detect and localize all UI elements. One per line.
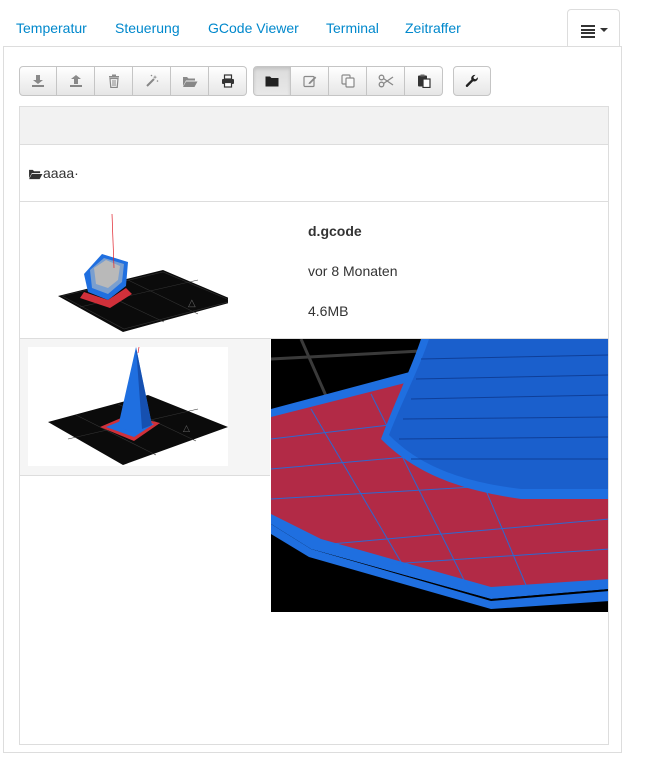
tab-gcode-viewer[interactable]: GCode Viewer [208, 19, 299, 37]
tab-bar: Temperatur Steuerung GCode Viewer Termin… [0, 0, 650, 47]
folder-actions-group [253, 66, 443, 96]
tab-terminal[interactable]: Terminal [326, 19, 379, 37]
wrench-icon [465, 74, 478, 87]
cut-button[interactable] [367, 66, 405, 96]
tab-temperatur[interactable]: Temperatur [16, 19, 87, 37]
list-icon [581, 25, 595, 39]
paste-button[interactable] [405, 66, 443, 96]
file-date: vor 8 Monaten [308, 263, 398, 279]
tab-steuerung[interactable]: Steuerung [115, 19, 180, 37]
svg-text:△: △ [188, 298, 196, 309]
file-name: d.gcode [308, 223, 362, 239]
download-button[interactable] [19, 66, 57, 96]
file-actions-group [19, 66, 247, 96]
rename-button[interactable] [291, 66, 329, 96]
magic-wand-icon [145, 74, 158, 87]
folder-open-icon [182, 76, 197, 87]
slice-button[interactable] [133, 66, 171, 96]
svg-text:△: △ [183, 424, 190, 434]
load-button[interactable] [171, 66, 209, 96]
upload-button[interactable] [57, 66, 95, 96]
upload-icon [69, 75, 82, 87]
print-button[interactable] [209, 66, 247, 96]
cone-thumbnail: △ [28, 347, 228, 466]
file-browser-header [20, 107, 608, 145]
preview-thumbnail-item[interactable]: △ [20, 339, 270, 476]
print-icon [221, 74, 234, 88]
tab-files-menu[interactable] [567, 9, 620, 47]
settings-button[interactable] [453, 66, 491, 96]
model-thumbnail: △ [58, 213, 228, 332]
cut-icon [378, 74, 393, 88]
file-browser: aaaa· △ d.gcode vor 8 Monaten 4.6MB △ [19, 106, 609, 745]
settings-group [453, 66, 491, 96]
folder-icon [265, 76, 279, 87]
edit-icon [302, 75, 316, 88]
copy-icon [340, 74, 355, 88]
folder-name: aaaa· [43, 165, 79, 181]
file-item[interactable]: △ d.gcode vor 8 Monaten 4.6MB [20, 202, 608, 339]
copy-button[interactable] [329, 66, 367, 96]
caret-down-icon [600, 28, 608, 32]
new-folder-button[interactable] [253, 66, 291, 96]
paste-icon [417, 74, 431, 88]
folder-item[interactable]: aaaa· [20, 145, 608, 202]
folder-open-icon [29, 169, 43, 180]
large-gcode-preview [271, 339, 608, 612]
download-icon [32, 75, 44, 87]
tab-zeitraffer[interactable]: Zeitraffer [405, 19, 461, 37]
file-size: 4.6MB [308, 303, 349, 319]
trash-icon [108, 74, 119, 88]
delete-button[interactable] [95, 66, 133, 96]
